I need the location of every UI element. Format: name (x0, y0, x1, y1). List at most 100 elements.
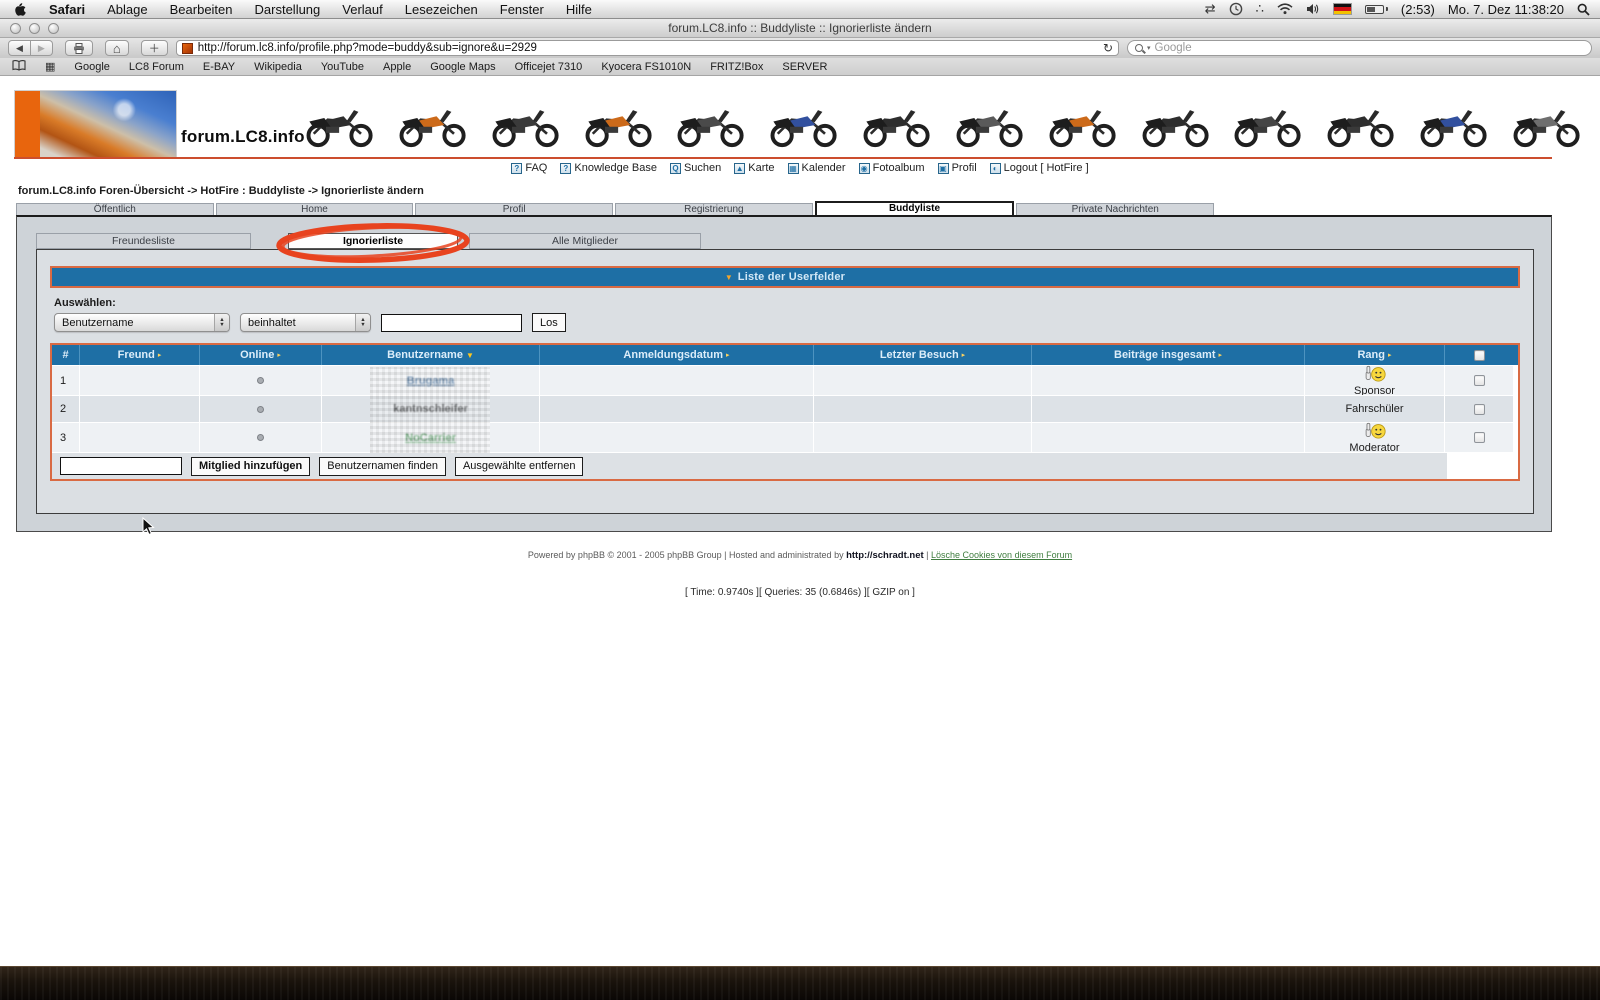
down-arrow-icon: ▼ (725, 273, 733, 282)
row-checkbox[interactable] (1474, 404, 1485, 415)
tab-profil[interactable]: Profil (415, 203, 613, 215)
volume-icon[interactable] (1306, 3, 1320, 15)
user-switch-icon[interactable]: ⇄ (1205, 1, 1216, 17)
bookmark-e-bay[interactable]: E-BAY (203, 61, 235, 73)
menubar-clock[interactable]: Mo. 7. Dez 11:38:20 (1448, 2, 1564, 17)
username-link[interactable]: NoCarrier (405, 432, 456, 444)
username-link[interactable]: Brugama (407, 375, 455, 387)
menu-darstellung[interactable]: Darstellung (244, 2, 332, 17)
menu-fenster[interactable]: Fenster (489, 2, 555, 17)
col-header-rang[interactable]: Rang▸ (1305, 345, 1445, 365)
field-select[interactable]: Benutzername ▲▼ (54, 313, 230, 332)
battery-icon[interactable] (1365, 5, 1388, 14)
bookmark-lc8-forum[interactable]: LC8 Forum (129, 61, 184, 73)
minimize-window-button[interactable] (29, 23, 40, 34)
close-window-button[interactable] (10, 23, 21, 34)
sort-arrow-icon[interactable]: ▼ (466, 351, 474, 360)
bookmark-google-maps[interactable]: Google Maps (430, 61, 495, 73)
delete-cookies-link[interactable]: Lösche Cookies von diesem Forum (931, 550, 1072, 560)
nav-profil[interactable]: ▣Profil (938, 162, 977, 174)
subtab-freundesliste[interactable]: Freundesliste (36, 233, 251, 249)
url-text[interactable]: http://forum.lc8.info/profile.php?mode=b… (198, 42, 1098, 54)
tab-buddyliste[interactable]: Buddyliste (815, 201, 1015, 215)
home-button[interactable]: ⌂ (105, 40, 129, 56)
spaces-icon[interactable]: ∴ (1256, 1, 1264, 17)
nav-logout-hotfire-[interactable]: ◐Logout [ HotFire ] (990, 162, 1089, 174)
subtab-ignorierliste[interactable]: Ignorierliste (288, 233, 458, 249)
row-checkbox[interactable] (1474, 375, 1485, 386)
reload-icon[interactable]: ↻ (1103, 41, 1113, 55)
bookmark-kyocera-fs1010n[interactable]: Kyocera FS1010N (601, 61, 691, 73)
tab-private-nachrichten[interactable]: Private Nachrichten (1016, 203, 1214, 215)
remove-selected-button[interactable]: Ausgewählte entfernen (455, 457, 584, 476)
tab--ffentlich[interactable]: Öffentlich (16, 203, 214, 215)
german-flag-input-icon[interactable] (1333, 3, 1352, 15)
forum-logo-image[interactable] (14, 90, 177, 159)
site-title[interactable]: forum.LC8.info (181, 127, 305, 147)
col-header-letzter-besuch[interactable]: Letzter Besuch▸ (814, 345, 1032, 365)
zoom-window-button[interactable] (48, 23, 59, 34)
new-tab-button[interactable]: ＋ (141, 40, 168, 56)
bookmark-wikipedia[interactable]: Wikipedia (254, 61, 302, 73)
nav-fotoalbum[interactable]: ◉Fotoalbum (859, 162, 925, 174)
mouse-cursor (142, 517, 155, 536)
bookmark-apple[interactable]: Apple (383, 61, 411, 73)
host-link[interactable]: http://schradt.net (846, 550, 924, 561)
forward-button[interactable]: ▶ (31, 40, 53, 56)
menu-hilfe[interactable]: Hilfe (555, 2, 603, 17)
top-sites-grid-icon[interactable]: ▦ (45, 60, 55, 73)
apple-menu-icon[interactable] (0, 2, 38, 16)
search-options-arrow[interactable]: ▾ (1147, 44, 1151, 52)
tab-home[interactable]: Home (216, 203, 414, 215)
window-titlebar[interactable]: forum.LC8.info :: Buddyliste :: Ignorier… (0, 19, 1600, 38)
bookmark-officejet-7310[interactable]: Officejet 7310 (515, 61, 583, 73)
menu-lesezeichen[interactable]: Lesezeichen (394, 2, 489, 17)
add-member-input[interactable] (60, 457, 182, 475)
col-header-anmeldungsdatum[interactable]: Anmeldungsdatum▸ (540, 345, 814, 365)
nav-faq[interactable]: ?FAQ (511, 162, 547, 174)
go-button[interactable]: Los (532, 313, 566, 332)
bookmark-google[interactable]: Google (74, 61, 109, 73)
filter-value-input[interactable] (381, 314, 522, 332)
subtab-alle-mitglieder[interactable]: Alle Mitglieder (469, 233, 701, 249)
bookmark-fritz-box[interactable]: FRITZ!Box (710, 61, 763, 73)
nav-karte[interactable]: ▲Karte (734, 162, 774, 174)
nav-kalender[interactable]: ▦Kalender (788, 162, 846, 174)
col-header-beiträge-insgesamt[interactable]: Beiträge insgesamt▸ (1032, 345, 1305, 365)
sort-arrow-icon[interactable]: ▸ (962, 351, 966, 359)
sort-arrow-icon[interactable]: ▸ (1388, 351, 1392, 359)
menu-verlauf[interactable]: Verlauf (331, 2, 393, 17)
bookmark-server[interactable]: SERVER (782, 61, 827, 73)
col-header-freund[interactable]: Freund▸ (80, 345, 200, 365)
select-all-checkbox[interactable] (1474, 350, 1485, 361)
find-username-button[interactable]: Benutzernamen finden (319, 457, 446, 476)
add-member-button[interactable]: Mitglied hinzufügen (191, 457, 310, 476)
address-bar[interactable]: http://forum.lc8.info/profile.php?mode=b… (176, 40, 1119, 56)
row-checkbox[interactable] (1474, 432, 1485, 443)
menu-ablage[interactable]: Ablage (96, 2, 158, 17)
sort-arrow-icon[interactable]: ▸ (1218, 351, 1222, 359)
bookmark-youtube[interactable]: YouTube (321, 61, 364, 73)
sort-arrow-icon[interactable]: ▸ (726, 351, 730, 359)
spotlight-icon[interactable] (1577, 3, 1590, 16)
back-button[interactable]: ◀ (8, 40, 31, 56)
sort-arrow-icon[interactable]: ▸ (277, 351, 281, 359)
sort-arrow-icon[interactable]: ▸ (158, 351, 162, 359)
menu-bearbeiten[interactable]: Bearbeiten (159, 2, 244, 17)
col-header-online[interactable]: Online▸ (200, 345, 322, 365)
col-header-num[interactable]: # (52, 345, 80, 365)
wifi-icon[interactable] (1277, 3, 1293, 15)
username-link[interactable]: kantnschleifer (393, 403, 468, 415)
menu-safari[interactable]: Safari (38, 2, 96, 17)
google-search-field[interactable]: ▾ Google (1127, 40, 1592, 56)
col-header-select-all[interactable] (1445, 345, 1514, 365)
bookmarks-book-icon[interactable] (12, 60, 26, 74)
print-button[interactable] (65, 40, 93, 56)
table-row: 1Brugama Sponsor (52, 365, 1518, 395)
nav-suchen[interactable]: QSuchen (670, 162, 721, 174)
time-machine-icon[interactable] (1229, 2, 1243, 16)
tab-registrierung[interactable]: Registrierung (615, 203, 813, 215)
operator-select[interactable]: beinhaltet ▲▼ (240, 313, 371, 332)
nav-knowledge-base[interactable]: ?Knowledge Base (560, 162, 657, 174)
col-header-benutzername[interactable]: Benutzername▼ (322, 345, 540, 365)
